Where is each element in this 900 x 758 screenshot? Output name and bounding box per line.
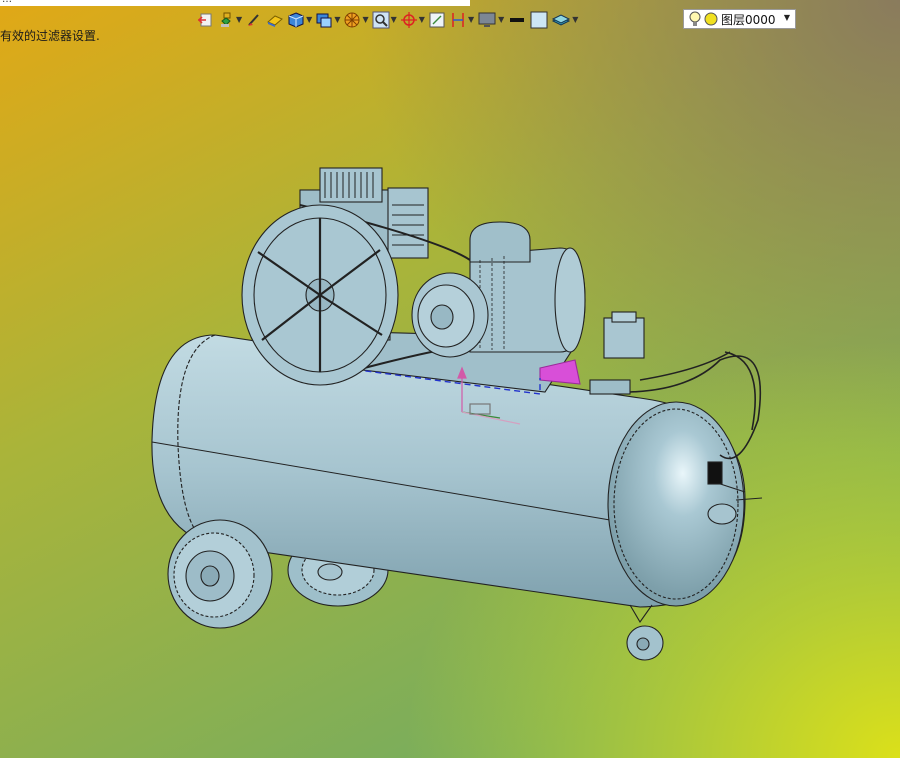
eraser-icon bbox=[267, 15, 284, 27]
line-icon bbox=[510, 18, 525, 22]
monitor-tool[interactable]: ▼ bbox=[477, 9, 504, 31]
section-icon bbox=[452, 13, 464, 27]
zoom-icon bbox=[372, 11, 390, 29]
tree-icon bbox=[221, 12, 231, 27]
3d-viewport[interactable] bbox=[0, 0, 900, 758]
layers-tool[interactable]: ▼ bbox=[551, 9, 578, 31]
section-tool[interactable]: ▼ bbox=[449, 9, 474, 31]
layer-view-tool[interactable]: ▼ bbox=[315, 9, 340, 31]
layer-name: 图层0000 bbox=[721, 12, 776, 27]
target-tool[interactable]: ▼ bbox=[400, 9, 425, 31]
layer-view-icon bbox=[316, 13, 332, 28]
title-strip: … bbox=[0, 0, 470, 6]
fit-tool[interactable] bbox=[428, 9, 446, 31]
view-toolbar: ▼ ▼ ▼ ▼ ▼ ▼ ▼ ▼ ▼ bbox=[196, 8, 581, 32]
tree-tool[interactable]: ▼ bbox=[217, 9, 242, 31]
chevron-down-icon[interactable]: ▼ bbox=[784, 13, 790, 22]
fit-icon bbox=[429, 12, 445, 28]
monitor-icon bbox=[478, 12, 496, 27]
fill-color-tool[interactable] bbox=[530, 9, 548, 31]
status-message: 有效的过滤器设置. bbox=[0, 29, 100, 43]
exit-icon bbox=[197, 13, 212, 27]
layer-selector[interactable]: 图层0000 ▼ bbox=[683, 9, 796, 29]
cad-window: … 有效的过滤器设置. ▼ ▼ ▼ ▼ ▼ bbox=[0, 0, 900, 758]
fill-color-icon bbox=[530, 11, 548, 29]
wheel-icon bbox=[344, 12, 360, 28]
target-icon bbox=[400, 12, 417, 28]
wheel-tool[interactable]: ▼ bbox=[343, 9, 369, 31]
layers-icon bbox=[552, 14, 571, 26]
motor-pulley bbox=[411, 272, 489, 358]
light-bulb-icon[interactable] bbox=[688, 10, 702, 28]
zoom-tool[interactable]: ▼ bbox=[372, 9, 397, 31]
line-style-tool[interactable] bbox=[507, 9, 527, 31]
exit-tool[interactable] bbox=[196, 9, 214, 31]
cube-tool[interactable]: ▼ bbox=[287, 9, 312, 31]
brush-tool[interactable] bbox=[245, 9, 263, 31]
eraser-tool[interactable] bbox=[266, 9, 284, 31]
flywheel bbox=[241, 204, 399, 386]
brush-icon bbox=[248, 14, 259, 26]
front-wheel bbox=[167, 519, 273, 629]
layer-color-icon[interactable] bbox=[704, 12, 718, 26]
cube-icon bbox=[288, 12, 304, 28]
title-fragment: … bbox=[0, 0, 470, 5]
